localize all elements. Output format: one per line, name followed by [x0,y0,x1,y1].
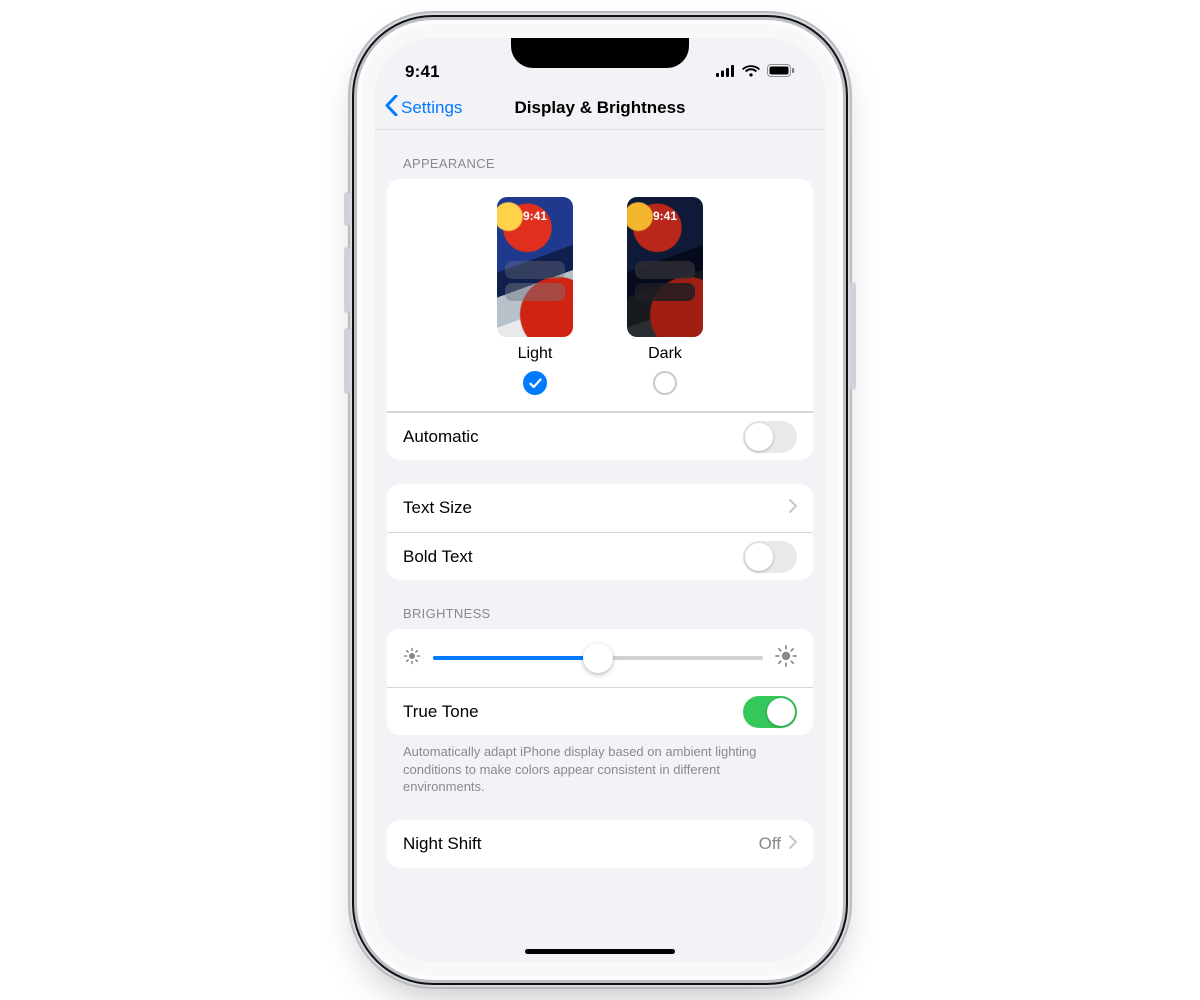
chevron-right-icon [789,834,797,854]
night-shift-label: Night Shift [403,834,481,854]
bold-text-label: Bold Text [403,547,473,567]
true-tone-row: True Tone [387,687,813,735]
text-size-label: Text Size [403,498,472,518]
power-button[interactable] [850,282,856,390]
sun-min-icon [403,647,421,670]
light-preview: 9:41 [497,197,573,337]
dark-label: Dark [648,345,682,363]
automatic-switch[interactable] [743,421,797,453]
appearance-options: 9:41 Light 9:41 [387,179,813,412]
cellular-icon [716,64,735,82]
night-shift-value: Off [759,834,781,854]
screen: 9:41 Settings Display & Br [375,38,825,962]
chevron-left-icon [385,95,398,121]
dark-radio[interactable] [653,371,677,395]
status-time: 9:41 [405,62,440,82]
appearance-option-light[interactable]: 9:41 Light [497,197,573,395]
light-label: Light [518,345,553,363]
volume-up-button[interactable] [344,247,350,313]
brightness-slider[interactable] [433,656,763,660]
sun-max-icon [775,645,797,672]
light-radio[interactable] [523,371,547,395]
content: APPEARANCE 9:41 Light [375,130,825,962]
mute-switch[interactable] [344,192,350,226]
home-indicator[interactable] [525,949,675,954]
notch [511,38,689,68]
bold-text-switch[interactable] [743,541,797,573]
true-tone-note: Automatically adapt iPhone display based… [375,735,825,796]
appearance-group: 9:41 Light 9:41 [387,179,813,460]
appearance-option-dark[interactable]: 9:41 Dark [627,197,703,395]
true-tone-label: True Tone [403,702,479,722]
true-tone-switch[interactable] [743,696,797,728]
night-shift-group: Night Shift Off [387,820,813,868]
text-size-row[interactable]: Text Size [387,484,813,532]
phone-frame: 9:41 Settings Display & Br [361,24,839,976]
back-label: Settings [401,98,462,118]
back-button[interactable]: Settings [385,95,462,121]
wifi-icon [742,64,760,82]
night-shift-row[interactable]: Night Shift Off [387,820,813,868]
section-header-appearance: APPEARANCE [375,130,825,179]
text-group: Text Size Bold Text [387,484,813,580]
brightness-group: True Tone [387,629,813,735]
automatic-label: Automatic [403,427,479,447]
section-header-brightness: BRIGHTNESS [375,580,825,629]
chevron-right-icon [789,498,797,518]
dark-preview: 9:41 [627,197,703,337]
automatic-row: Automatic [387,412,813,460]
brightness-slider-row [387,629,813,687]
nav-bar: Settings Display & Brightness [375,86,825,130]
battery-icon [767,64,795,82]
volume-down-button[interactable] [344,328,350,394]
bold-text-row: Bold Text [387,532,813,580]
